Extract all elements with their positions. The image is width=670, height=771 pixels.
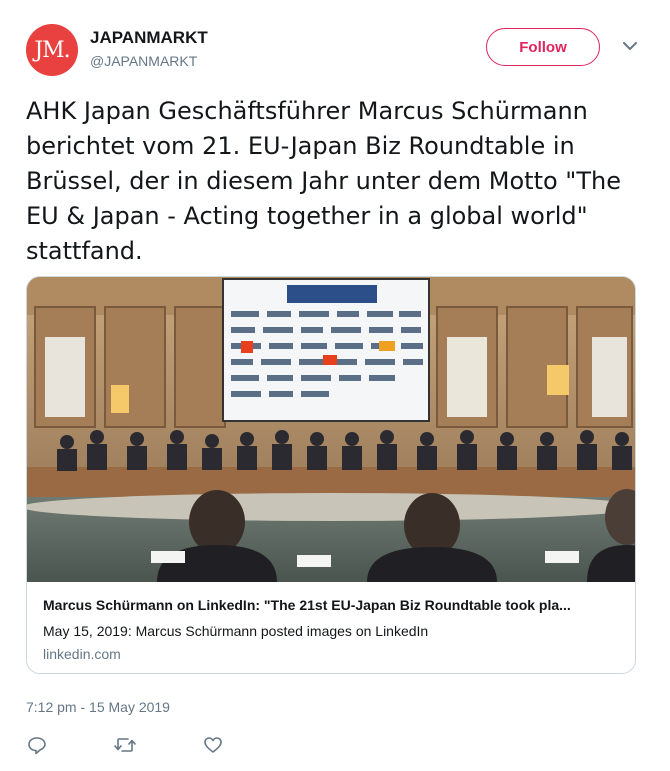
avatar[interactable]: JM. [26,24,78,76]
card-title[interactable]: Marcus Schürmann on LinkedIn: "The 21st … [43,597,623,613]
account-handle[interactable]: @JAPANMARKT [90,53,197,69]
link-card[interactable]: Marcus Schürmann on LinkedIn: "The 21st … [26,276,636,674]
retweet-icon[interactable] [114,734,136,756]
tweet-header: JM. JAPANMARKT @JAPANMARKT Follow [26,22,646,78]
account-name[interactable]: JAPANMARKT [90,28,208,48]
tweet-text: AHK Japan Geschäftsführer Marcus Schürma… [26,97,621,265]
card-description: May 15, 2019: Marcus Schürmann posted im… [43,623,429,639]
card-domain: linkedin.com [43,646,121,662]
follow-button[interactable]: Follow [486,28,600,66]
tweet-timestamp[interactable]: 7:12 pm - 15 May 2019 [26,699,170,715]
like-icon[interactable] [202,734,224,756]
card-image[interactable] [27,277,635,582]
reply-icon[interactable] [26,734,48,756]
chevron-down-icon[interactable] [620,36,640,56]
